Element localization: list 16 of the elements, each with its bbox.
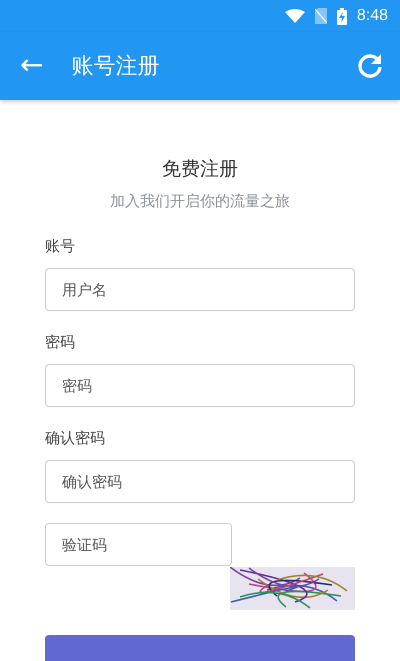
back-button[interactable]: ←: [0, 48, 56, 84]
battery-charging-icon: [336, 8, 347, 24]
captcha-field[interactable]: 验证码: [45, 523, 232, 566]
wifi-icon: [284, 9, 305, 23]
field-label: 账号: [45, 237, 76, 256]
input-field[interactable]: 用户名: [45, 268, 355, 311]
refresh-icon[interactable]: [356, 52, 384, 80]
form-subtitle: 加入我们开启你的流量之旅: [109, 192, 291, 211]
field-label: 密码: [45, 333, 76, 352]
no-sim-icon: [314, 8, 327, 24]
input-field[interactable]: 确认密码: [45, 460, 355, 503]
form-title: 免费注册: [161, 157, 239, 182]
status-time: 8:48: [356, 7, 388, 25]
field-label: 确认密码: [45, 429, 106, 448]
screen-title: 账号注册: [71, 53, 160, 81]
input-field[interactable]: 密码: [45, 364, 355, 407]
